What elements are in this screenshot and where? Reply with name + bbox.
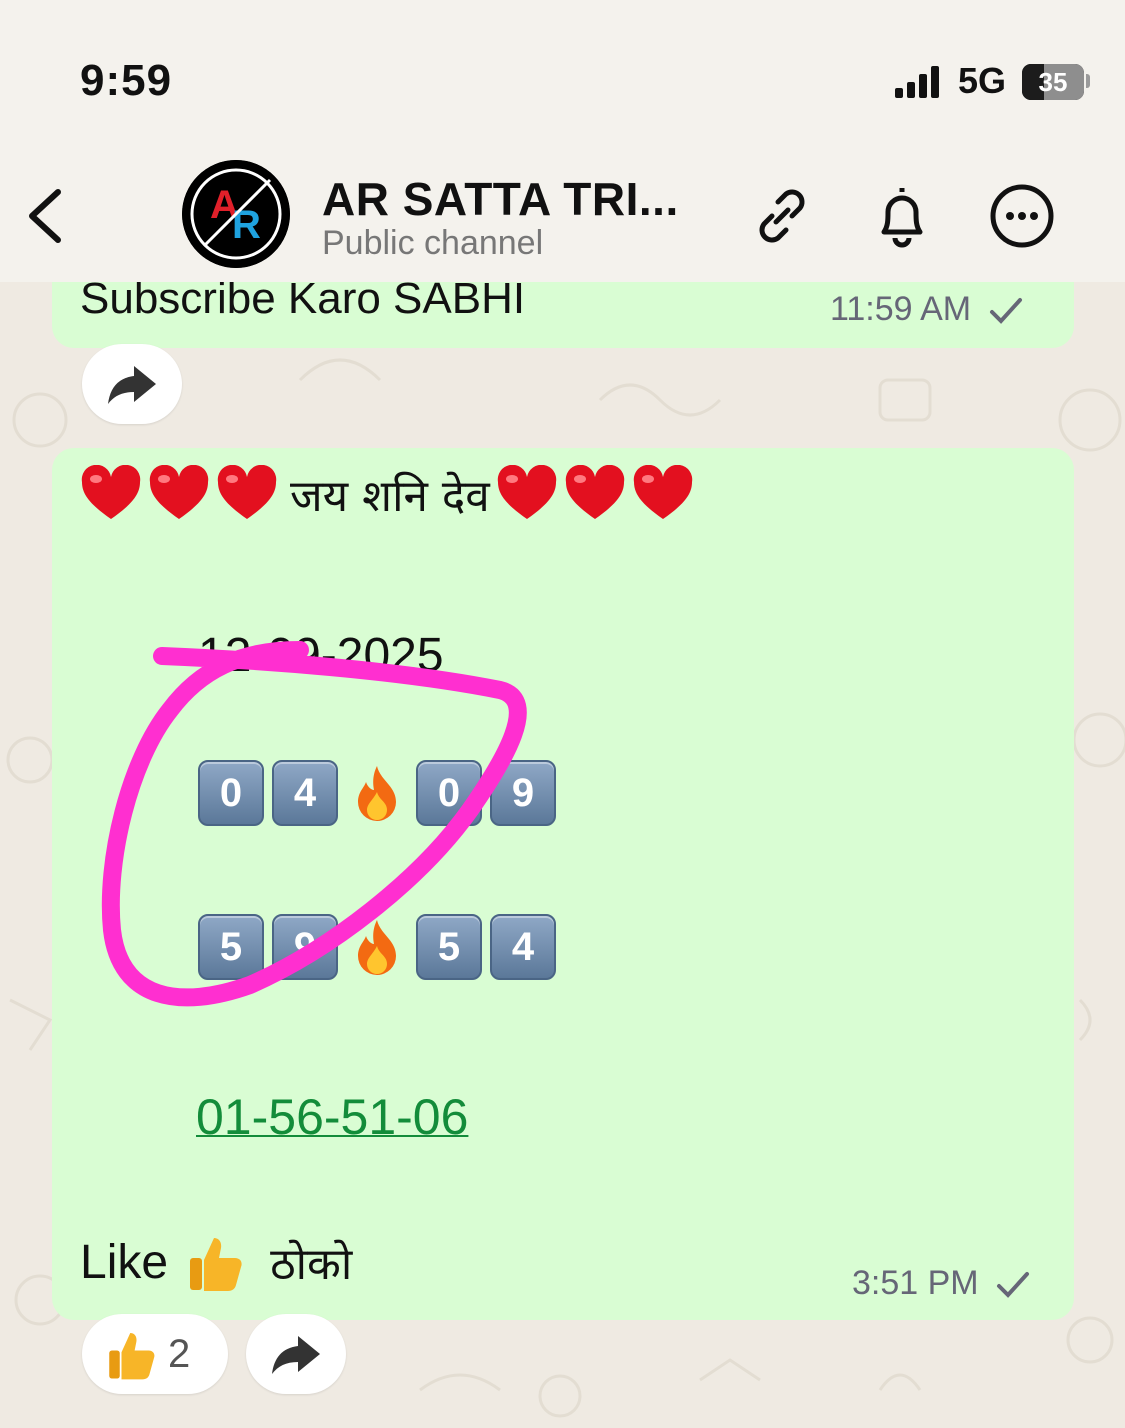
heart-icon bbox=[149, 465, 209, 519]
like-word: Like bbox=[80, 1235, 169, 1289]
keycap-digit: 4 bbox=[272, 760, 338, 826]
fire-icon bbox=[358, 920, 396, 975]
number-row-1: 0 4 0 9 bbox=[198, 760, 556, 826]
status-bar: 9:59 5G 35 bbox=[0, 0, 1125, 150]
back-chevron-icon[interactable] bbox=[22, 186, 72, 246]
svg-text:R: R bbox=[232, 203, 261, 247]
forward-icon bbox=[272, 1336, 320, 1374]
message-heading: जय शनि देव bbox=[80, 464, 700, 524]
message-timestamp: 3:51 PM bbox=[852, 1264, 1030, 1303]
link-icon[interactable] bbox=[746, 180, 818, 252]
keycap-digit: 9 bbox=[490, 760, 556, 826]
fire-icon bbox=[358, 766, 396, 821]
heart-icon bbox=[633, 465, 692, 519]
keycap-digit: 4 bbox=[490, 914, 556, 980]
battery-indicator: 35 bbox=[1022, 64, 1084, 100]
keycap-digit: 5 bbox=[198, 914, 264, 980]
thumbs-up-icon bbox=[109, 1333, 155, 1380]
message-timestamp: 11:59 AM bbox=[830, 290, 1023, 329]
message-date: 12-09-2025 bbox=[198, 629, 444, 682]
heart-icon bbox=[81, 465, 141, 519]
more-icon[interactable] bbox=[986, 180, 1058, 252]
sent-check-icon bbox=[997, 1272, 1030, 1298]
forward-button[interactable] bbox=[246, 1314, 346, 1394]
network-type: 5G bbox=[958, 60, 1007, 101]
message-bubble[interactable]: जय शनि देव 12-09-2025 0 4 0 9 5 9 5 4 01… bbox=[52, 448, 1074, 1320]
heart-icon bbox=[217, 465, 277, 519]
message-list: Subscribe Karo SABHI 11:59 AM जय शनि देव… bbox=[0, 242, 1125, 1428]
battery-tip bbox=[1086, 74, 1090, 88]
forward-button[interactable] bbox=[82, 344, 182, 424]
heart-icon bbox=[565, 465, 624, 519]
status-time: 9:59 bbox=[80, 56, 173, 105]
signal-icon bbox=[895, 66, 939, 98]
reaction-pill[interactable]: 2 bbox=[82, 1314, 228, 1394]
forward-icon bbox=[108, 366, 156, 404]
heading-text: जय शनि देव bbox=[290, 471, 490, 522]
channel-avatar[interactable]: A R bbox=[182, 160, 290, 268]
reaction-count: 2 bbox=[168, 1331, 191, 1376]
battery-level: 35 bbox=[1038, 67, 1068, 97]
channel-title[interactable]: AR SATTA TRI... bbox=[322, 172, 679, 226]
bell-icon[interactable] bbox=[866, 180, 938, 252]
number-row-2: 5 9 5 4 bbox=[198, 914, 556, 980]
thumbs-up-icon bbox=[190, 1238, 242, 1291]
sent-check-icon bbox=[989, 298, 1022, 324]
chat-header: A R AR SATTA TRI... Public channel bbox=[0, 150, 1125, 282]
heart-icon bbox=[497, 465, 556, 519]
like-line: Like ठोको bbox=[80, 1230, 358, 1294]
hindi-word: ठोको bbox=[270, 1239, 353, 1290]
phone-number-link[interactable]: 01-56-51-06 bbox=[196, 1088, 468, 1146]
keycap-digit: 0 bbox=[416, 760, 482, 826]
keycap-digit: 5 bbox=[416, 914, 482, 980]
keycap-digit: 0 bbox=[198, 760, 264, 826]
channel-subtitle: Public channel bbox=[322, 224, 544, 262]
keycap-digit: 9 bbox=[272, 914, 338, 980]
